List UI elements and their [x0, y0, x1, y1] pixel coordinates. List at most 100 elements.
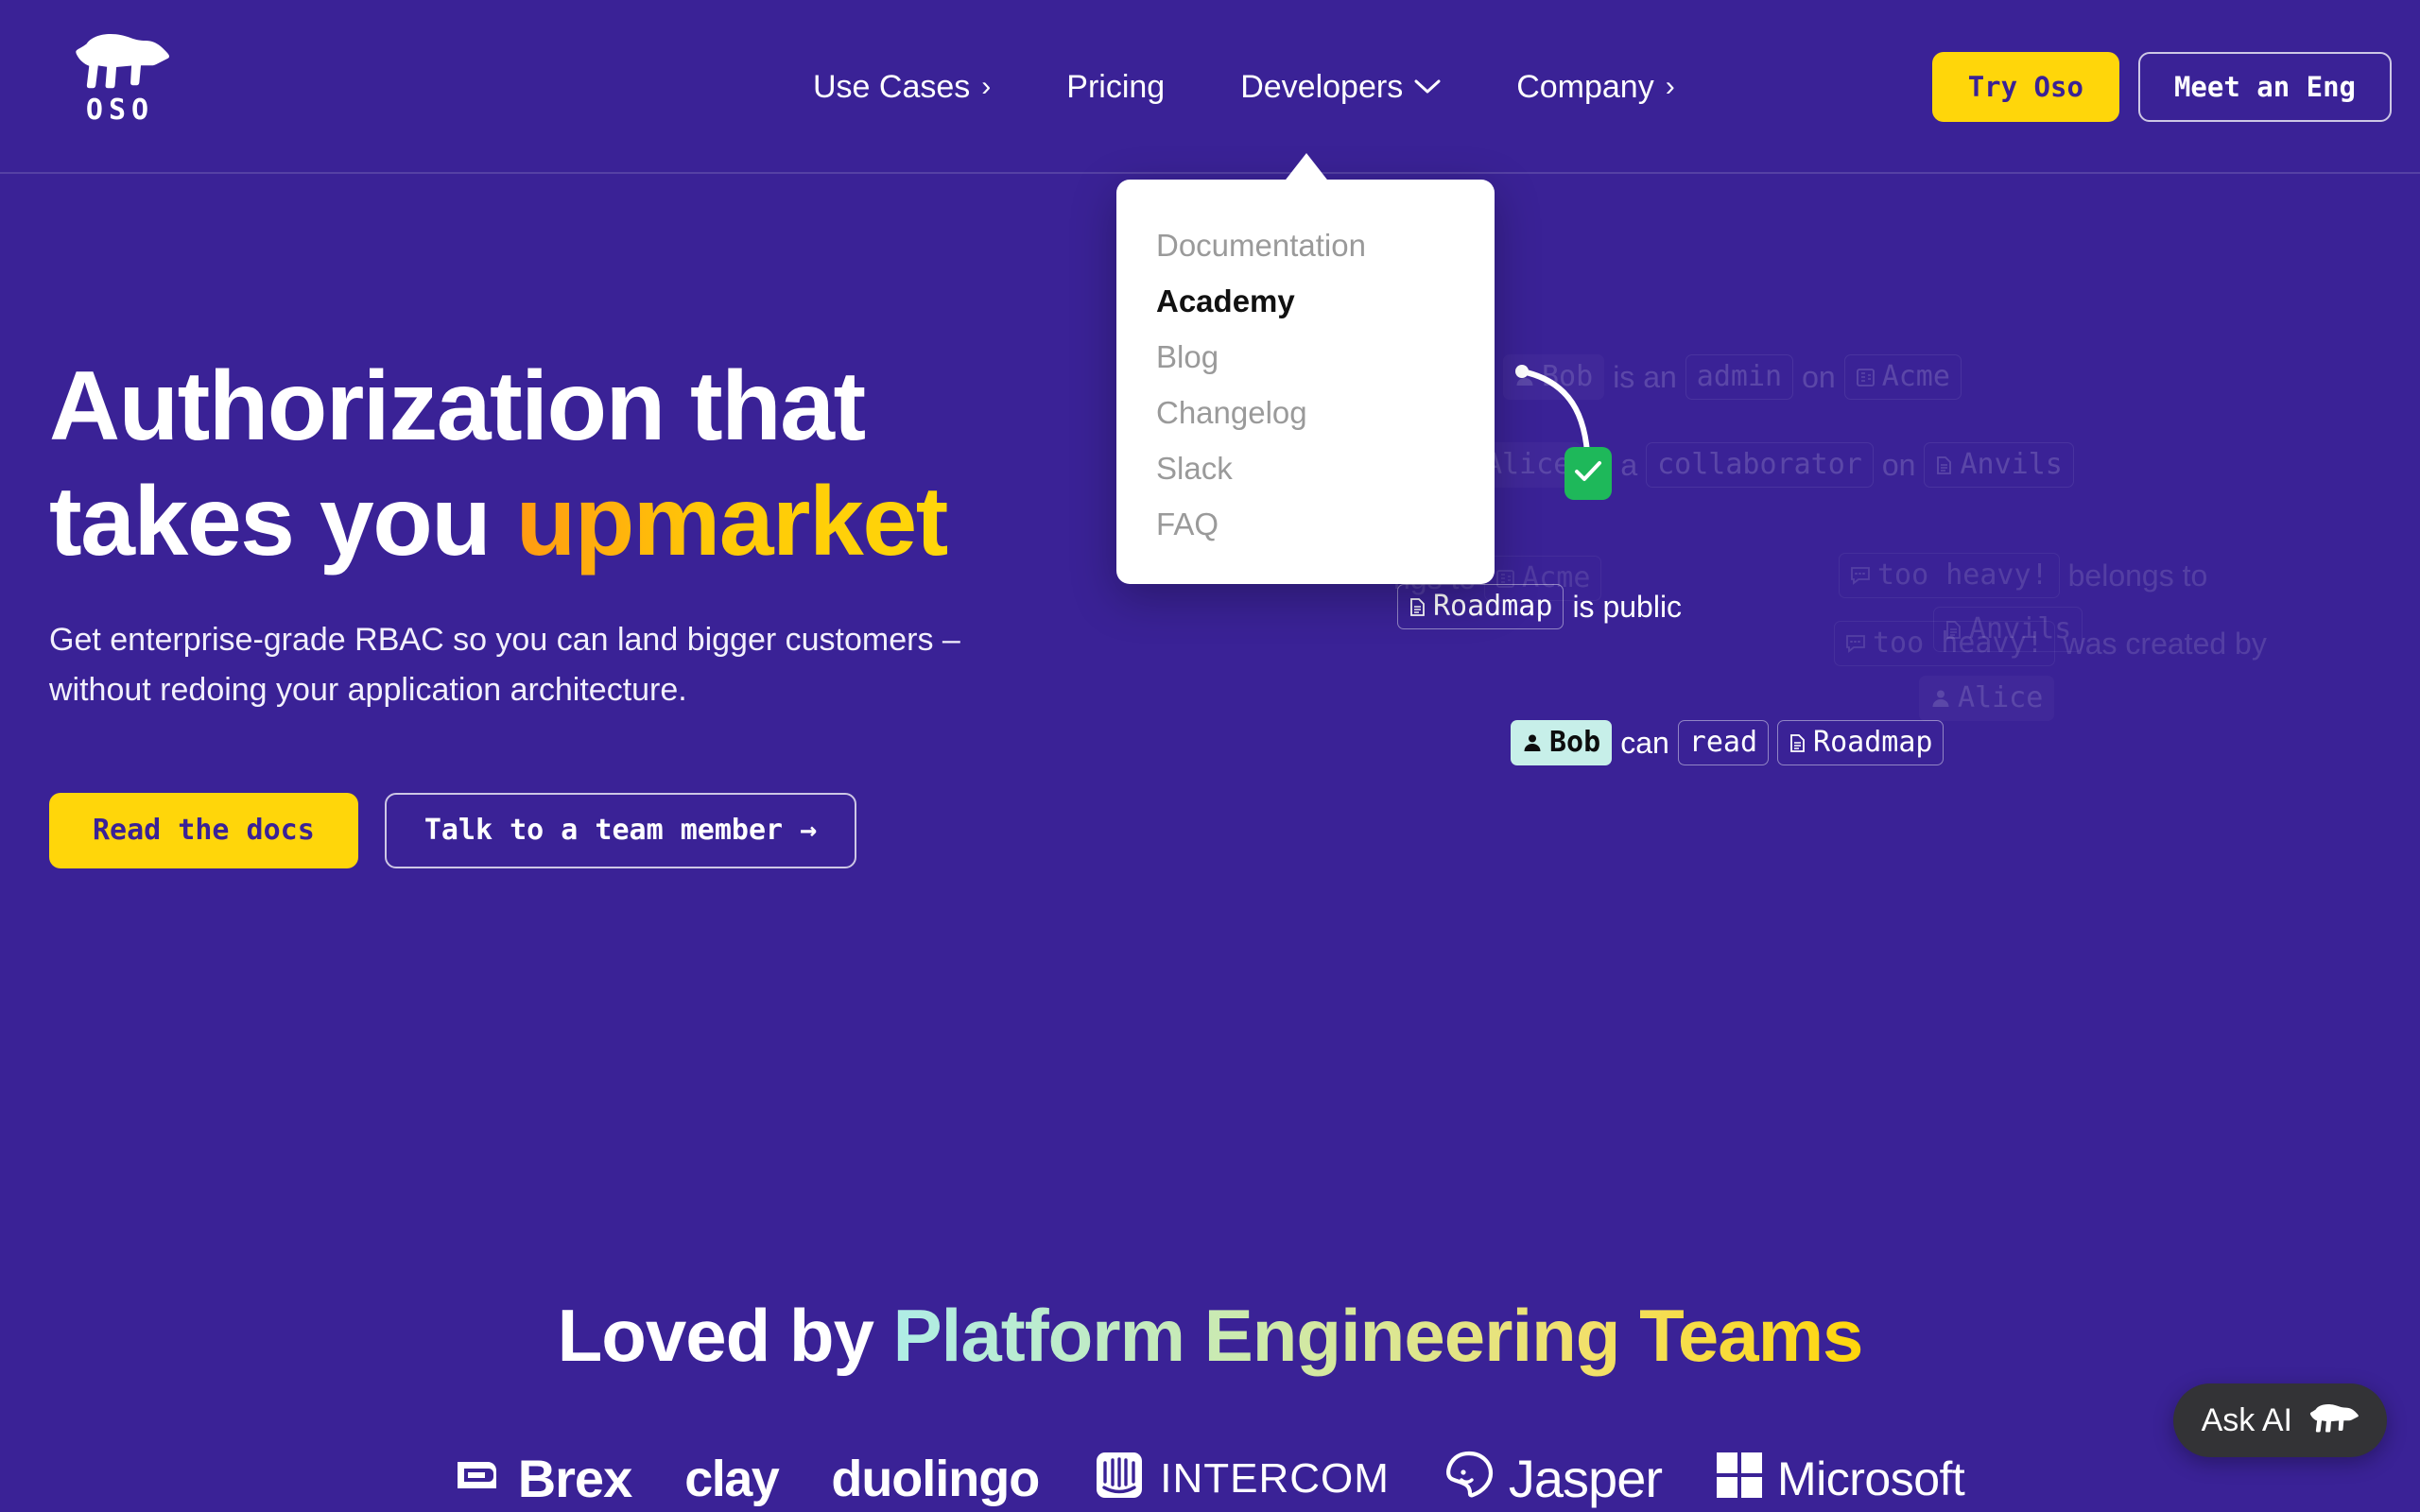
document-icon [1789, 733, 1806, 753]
comment-tag-too-heavy: too heavy! [1839, 553, 2060, 599]
subhead-line-2: without redoing your application archite… [49, 672, 687, 709]
status-badge-allowed [1564, 447, 1612, 500]
intercom-icon [1092, 1448, 1147, 1510]
nav-label: Pricing [1066, 68, 1166, 105]
chevron-right-icon: › [981, 71, 992, 102]
comment-icon [1850, 566, 1871, 586]
entity-tag-roadmap: Roadmap [1777, 720, 1945, 766]
person-icon [1930, 688, 1951, 709]
hero-section: Authorization that takes you upmarket Ge… [49, 350, 1184, 868]
nav-item-developers[interactable]: Developers [1202, 69, 1478, 106]
statement-row: Alice is a collaborator on Anvils [1446, 442, 2074, 489]
role-tag-collaborator: collaborator [1646, 442, 1874, 489]
headline-accent-word: upmarket [515, 466, 949, 576]
dropdown-item-academy[interactable]: Academy [1116, 273, 1495, 329]
action-tag-read: read [1677, 720, 1770, 766]
ask-ai-button[interactable]: Ask AI [2172, 1383, 2387, 1457]
comment-icon [1845, 634, 1866, 654]
oso-wordmark: OSO [85, 94, 155, 127]
social-proof-heading-plain: Loved by [557, 1294, 893, 1377]
subhead-line-1: Get enterprise-grade RBAC so you can lan… [49, 622, 960, 659]
read-the-docs-button[interactable]: Read the docs [49, 792, 358, 868]
role-label: collaborator [1657, 448, 1862, 481]
entity-tag-bob: Bob [1511, 720, 1613, 766]
highlight-statement-bottom: Bob can read Roadmap [1511, 720, 1945, 766]
document-icon [1935, 455, 1953, 475]
developers-dropdown: Documentation Academy Blog Changelog Sla… [1116, 153, 1495, 584]
entity-label: Acme [1881, 360, 1950, 393]
dropdown-item-faq[interactable]: FAQ [1116, 496, 1495, 552]
entity-tag-alice: Alice [1919, 676, 2054, 721]
statement-preposition: on [1881, 447, 1916, 482]
comment-label: too heavy! [1873, 627, 2044, 660]
polar-bear-icon [71, 32, 169, 91]
headline-line-2-plain: takes you [49, 466, 516, 576]
role-tag-admin: admin [1685, 354, 1794, 401]
statement-verb: can [1620, 725, 1669, 760]
nav-label: Company [1516, 68, 1654, 105]
customer-logo-label: Brex [517, 1449, 633, 1508]
entity-tag-anvils: Anvils [1924, 442, 2074, 489]
headline-line-1: Authorization that [49, 352, 866, 461]
social-proof-heading: Loved by Platform Engineering Teams [0, 1293, 2420, 1379]
site-header: OSO Use Cases › Pricing Developers Compa… [0, 0, 2420, 174]
statement-verb: is public [1572, 589, 1683, 624]
chevron-right-icon: › [1665, 71, 1675, 102]
building-icon [1856, 368, 1876, 387]
oso-logo[interactable]: OSO [59, 32, 182, 125]
customer-logo-duolingo: duolingo [831, 1451, 1040, 1507]
document-icon [1409, 597, 1426, 617]
entity-label: Alice [1958, 681, 2044, 714]
dropdown-item-changelog[interactable]: Changelog [1116, 385, 1495, 440]
polar-bear-icon [2308, 1403, 2359, 1438]
checkmark-icon [1574, 460, 1602, 488]
customer-logo-clay: clay [684, 1453, 780, 1504]
page-title: Authorization that takes you upmarket [49, 350, 1184, 579]
primary-nav: Use Cases › Pricing Developers Company › [775, 0, 1713, 174]
person-icon [1514, 367, 1535, 387]
entity-label: Roadmap [1433, 590, 1553, 623]
talk-to-team-member-button[interactable]: Talk to a team member → [384, 792, 857, 868]
authorization-graphic: Bob is an admin on Acme Alice is a colla… [1352, 340, 2420, 907]
brex-square-icon [456, 1451, 505, 1508]
header-cta-group: Try Oso Meet an Eng [1931, 0, 2392, 174]
try-oso-button[interactable]: Try Oso [1931, 52, 2119, 122]
nav-item-use-cases[interactable]: Use Cases › [775, 69, 1028, 106]
statement-verb: was created by [2063, 626, 2267, 661]
highlight-statement-top: Roadmap is public [1397, 584, 1690, 630]
nav-label: Developers [1240, 68, 1404, 105]
customer-logo-jasper: Jasper [1443, 1449, 1663, 1510]
entity-tag-roadmap: Roadmap [1397, 584, 1564, 630]
jasper-smiley-icon [1443, 1449, 1495, 1510]
entity-tag-acme: Acme [1843, 354, 1962, 401]
dropdown-panel: Documentation Academy Blog Changelog Sla… [1116, 180, 1495, 584]
person-icon [1522, 732, 1543, 753]
statement-row: too heavy! belongs to [1839, 553, 2216, 599]
dropdown-item-documentation[interactable]: Documentation [1116, 217, 1495, 273]
hero-cta-group: Read the docs Talk to a team member → [49, 792, 1184, 868]
customer-logo-label: Microsoft [1777, 1452, 1965, 1505]
dropdown-item-slack[interactable]: Slack [1116, 440, 1495, 496]
meet-an-engineer-button[interactable]: Meet an Eng [2137, 52, 2392, 122]
dropdown-arrow-icon [1283, 153, 1330, 183]
nav-item-pricing[interactable]: Pricing [1028, 69, 1202, 106]
nav-item-company[interactable]: Company › [1478, 69, 1713, 106]
dropdown-item-blog[interactable]: Blog [1116, 329, 1495, 385]
customer-logo-label: Jasper [1508, 1449, 1663, 1508]
customer-logo-intercom: INTERCOM [1092, 1448, 1390, 1510]
entity-label: Bob [1549, 726, 1601, 759]
statement-verb: belongs to [2067, 558, 2208, 593]
statement-row: Bob is an admin on Acme [1503, 354, 1962, 401]
entity-label: Bob [1542, 360, 1594, 393]
ask-ai-label: Ask AI [2201, 1402, 2292, 1438]
role-label: admin [1696, 360, 1783, 393]
customer-logo-label: duolingo [831, 1451, 1040, 1507]
entity-label: Alice [1485, 448, 1571, 481]
statement-preposition: on [1802, 359, 1836, 394]
chevron-down-icon [1414, 75, 1441, 99]
comment-tag-too-heavy: too heavy! [1834, 621, 2055, 667]
customer-logo-microsoft: Microsoft [1715, 1451, 1965, 1507]
nav-label: Use Cases [813, 68, 971, 105]
entity-tag-bob: Bob [1503, 354, 1604, 400]
customer-logo-brex: Brex [456, 1451, 632, 1508]
